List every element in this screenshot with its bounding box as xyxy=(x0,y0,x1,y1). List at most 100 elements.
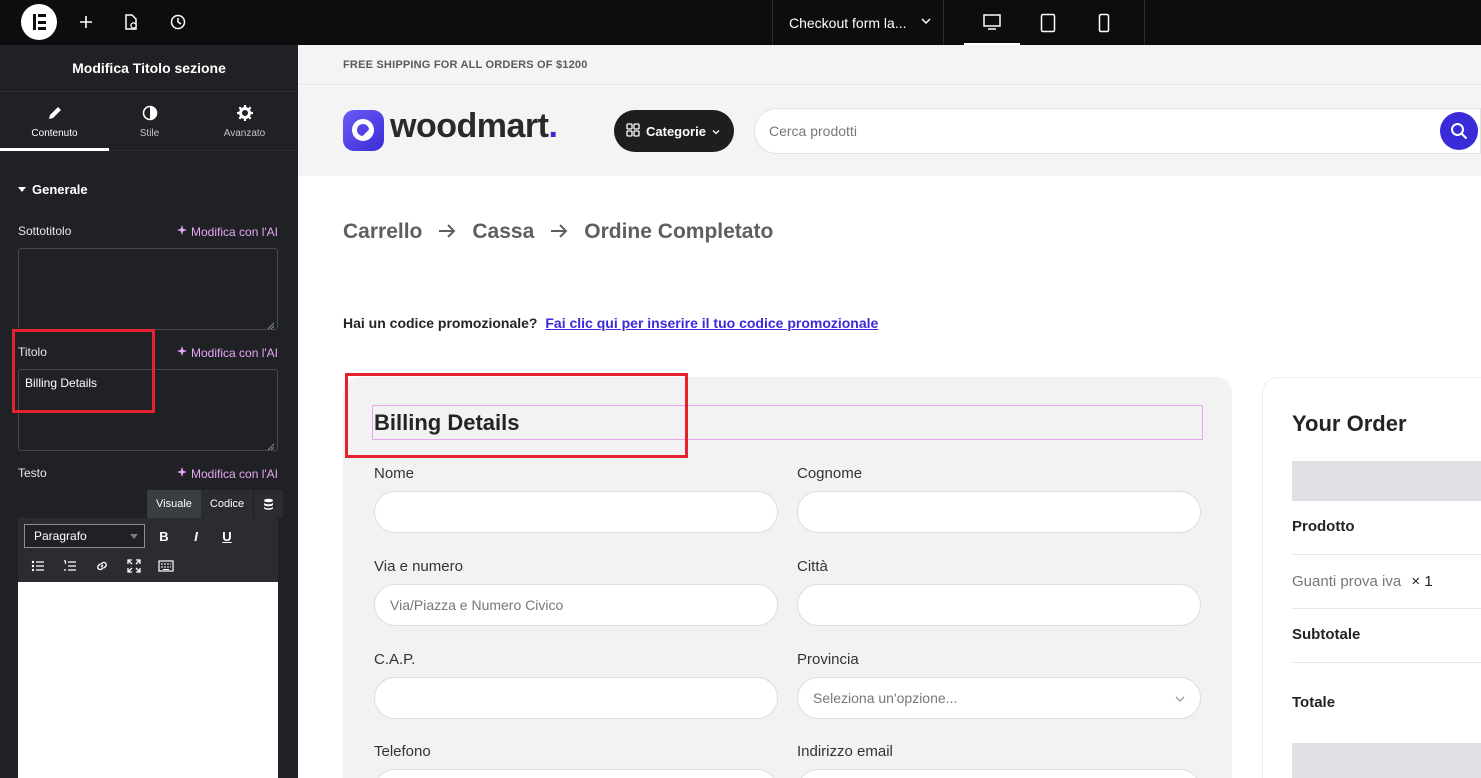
keyboard-icon[interactable] xyxy=(156,556,176,576)
desktop-icon[interactable] xyxy=(964,0,1020,45)
tablet-icon[interactable] xyxy=(1020,0,1076,45)
order-item: Guanti prova iva × 1 xyxy=(1292,573,1433,590)
editor-mode-tabs: Visuale Codice xyxy=(147,490,284,518)
history-icon[interactable] xyxy=(166,10,190,34)
city-input[interactable] xyxy=(797,584,1201,626)
step-checkout[interactable]: Cassa xyxy=(472,220,534,244)
tab-advanced[interactable]: Avanzato xyxy=(190,93,299,151)
order-footer-band xyxy=(1292,743,1481,778)
street-input[interactable]: Via/Piazza e Numero Civico xyxy=(374,584,778,626)
last-name-input[interactable] xyxy=(797,491,1201,533)
panel-title: Modifica Titolo sezione xyxy=(0,45,298,92)
logo-text: woodmart xyxy=(390,107,549,145)
divider xyxy=(1292,662,1481,663)
page-settings-icon[interactable] xyxy=(119,10,143,34)
caret-down-icon xyxy=(18,187,26,192)
underline-button[interactable]: U xyxy=(217,526,237,546)
numbered-list-icon[interactable] xyxy=(60,556,80,576)
paragraph-format-value: Paragrafo xyxy=(34,529,87,543)
document-title: Checkout form la... xyxy=(789,14,907,31)
email-label: Indirizzo email xyxy=(797,743,893,760)
tab-visual[interactable]: Visuale xyxy=(147,490,201,518)
arrow-right-icon xyxy=(438,220,456,244)
resize-handle-icon[interactable] xyxy=(267,319,275,330)
site-logo[interactable]: woodmart. xyxy=(390,107,558,146)
dynamic-tags-icon[interactable] xyxy=(253,490,284,518)
paragraph-format-select[interactable]: Paragrafo xyxy=(24,524,145,548)
tab-advanced-label: Avanzato xyxy=(223,128,266,139)
divider xyxy=(1292,554,1481,555)
last-name-label: Cognome xyxy=(797,465,863,482)
email-input[interactable] xyxy=(797,769,1201,778)
divider xyxy=(1292,608,1481,609)
grid-icon xyxy=(626,122,640,140)
section-general-header[interactable]: Generale xyxy=(18,182,88,197)
shipping-banner: FREE SHIPPING FOR ALL ORDERS OF $1200 xyxy=(298,45,1481,85)
text-ai-button[interactable]: Modifica con l'AI xyxy=(176,466,278,481)
sparkle-icon xyxy=(176,466,188,481)
province-select[interactable]: Seleziona un'opzione... xyxy=(797,677,1201,719)
order-title: Your Order xyxy=(1292,411,1407,436)
editor-toolbar: Paragrafo B I U xyxy=(18,518,278,582)
province-label: Provincia xyxy=(797,651,859,668)
tab-style[interactable]: Stile xyxy=(95,93,204,151)
italic-button[interactable]: I xyxy=(186,526,206,546)
resize-handle-icon[interactable] xyxy=(267,440,275,451)
street-placeholder: Via/Piazza e Numero Civico xyxy=(390,597,564,613)
annotation-highlight-title-field xyxy=(12,329,155,413)
first-name-input[interactable] xyxy=(374,491,778,533)
sparkle-icon xyxy=(176,345,188,360)
sparkle-icon xyxy=(176,224,188,239)
phone-input[interactable] xyxy=(374,769,778,778)
toolbar-divider xyxy=(1144,0,1145,45)
chevron-down-icon xyxy=(919,14,933,31)
link-icon[interactable] xyxy=(92,556,112,576)
product-header: Prodotto xyxy=(1292,518,1355,535)
document-title-dropdown[interactable]: Checkout form la... xyxy=(772,0,944,45)
elementor-logo-icon[interactable] xyxy=(21,4,57,40)
logo-dot: . xyxy=(548,107,558,145)
tab-code[interactable]: Codice xyxy=(200,490,254,518)
city-label: Città xyxy=(797,558,828,575)
chevron-down-icon xyxy=(712,124,720,139)
subtitle-ai-label: Modifica con l'AI xyxy=(191,224,278,239)
phone-label: Telefono xyxy=(374,743,431,760)
tab-content-label: Contenuto xyxy=(31,128,78,139)
zip-input[interactable] xyxy=(374,677,778,719)
title-ai-button[interactable]: Modifica con l'AI xyxy=(176,345,278,360)
subtitle-ai-button[interactable]: Modifica con l'AI xyxy=(176,224,278,239)
bullet-list-icon[interactable] xyxy=(28,556,48,576)
first-name-label: Nome xyxy=(374,465,415,482)
bold-button[interactable]: B xyxy=(154,526,174,546)
gear-icon xyxy=(236,104,254,122)
promo-link[interactable]: Fai clic qui per inserire il tuo codice … xyxy=(545,315,878,331)
search-input[interactable]: Cerca prodotti xyxy=(754,108,1481,154)
fullscreen-icon[interactable] xyxy=(124,556,144,576)
pencil-icon xyxy=(46,104,64,122)
categories-label: Categorie xyxy=(646,123,706,139)
street-label: Via e numero xyxy=(374,558,463,575)
promo-notice: Hai un codice promozionale? Fai clic qui… xyxy=(343,315,878,331)
woodmart-logo-icon[interactable] xyxy=(343,110,384,151)
total-label: Totale xyxy=(1292,694,1336,711)
text-ai-label: Modifica con l'AI xyxy=(191,466,278,481)
arrow-right-icon xyxy=(550,220,568,244)
subtitle-textarea[interactable] xyxy=(18,248,278,330)
subtotal-label: Subtotale xyxy=(1292,626,1361,643)
chevron-down-icon xyxy=(1174,692,1186,708)
add-icon[interactable] xyxy=(74,10,98,34)
checkout-steps: Carrello Cassa Ordine Completato xyxy=(343,220,773,244)
tab-style-label: Stile xyxy=(139,128,160,139)
product-name: Guanti prova iva xyxy=(1292,573,1402,590)
search-button[interactable] xyxy=(1440,112,1478,150)
step-cart[interactable]: Carrello xyxy=(343,220,422,244)
product-quantity: × 1 xyxy=(1411,573,1433,590)
section-general-label: Generale xyxy=(32,182,88,197)
tab-content[interactable]: Contenuto xyxy=(0,93,109,151)
editor-content-area[interactable] xyxy=(18,582,278,778)
categories-button[interactable]: Categorie xyxy=(614,110,734,152)
mobile-icon[interactable] xyxy=(1076,0,1132,45)
rich-text-editor: Paragrafo B I U xyxy=(18,518,278,778)
dropdown-arrow-icon xyxy=(130,534,138,539)
step-order-complete[interactable]: Ordine Completato xyxy=(584,220,773,244)
